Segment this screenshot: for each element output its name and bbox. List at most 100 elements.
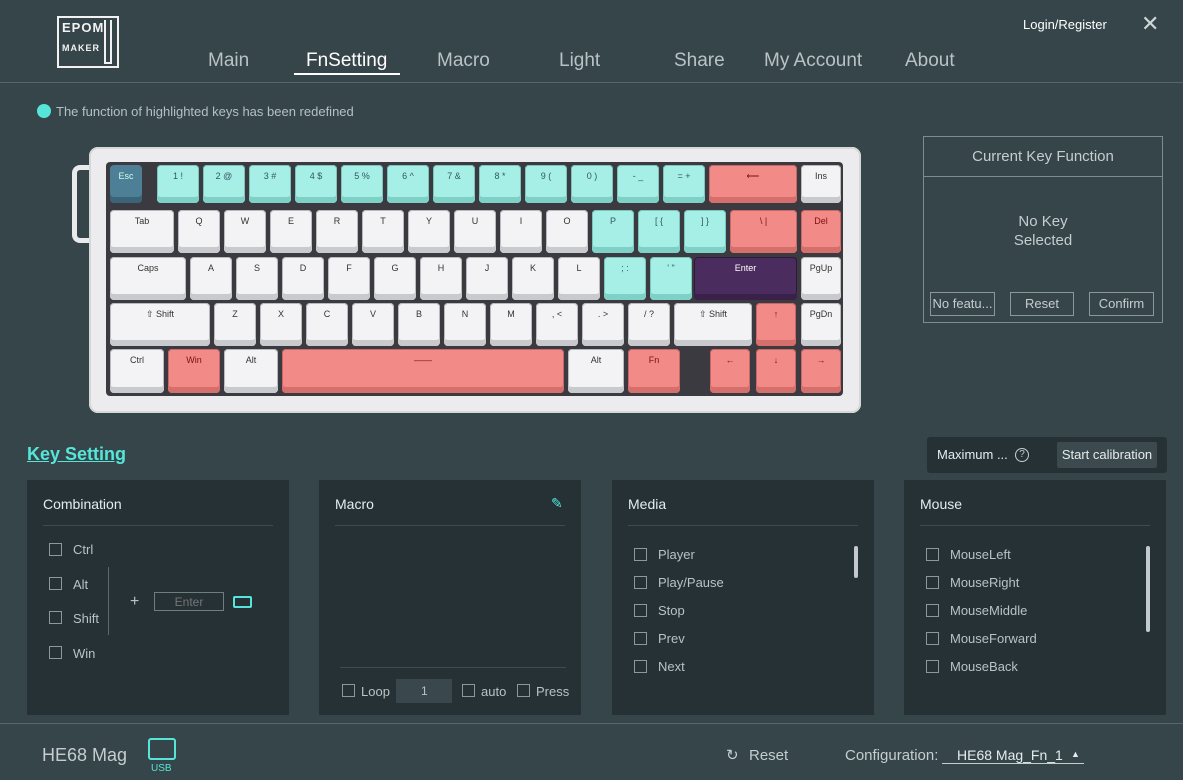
key-2[interactable]: 2 @: [203, 165, 245, 203]
key-p[interactable]: P: [592, 210, 634, 253]
key-fn[interactable]: Fn: [628, 349, 680, 393]
key-m[interactable]: M: [490, 303, 532, 346]
nav-about[interactable]: About: [905, 50, 955, 72]
key-j[interactable]: J: [466, 257, 508, 300]
key-s[interactable]: S: [236, 257, 278, 300]
key-pgdn[interactable]: PgDn: [801, 303, 841, 346]
mouse-checkbox-right[interactable]: [926, 576, 939, 589]
key-f[interactable]: F: [328, 257, 370, 300]
help-icon[interactable]: ?: [1015, 448, 1029, 462]
key-arrow-right[interactable]: →: [801, 349, 841, 393]
key-minus[interactable]: - _: [617, 165, 659, 203]
key-c[interactable]: C: [306, 303, 348, 346]
key-right-shift[interactable]: ⇧ Shift: [674, 303, 752, 346]
key-k[interactable]: K: [512, 257, 554, 300]
media-checkbox-stop[interactable]: [634, 604, 647, 617]
close-icon[interactable]: ✕: [1141, 13, 1159, 35]
key-x[interactable]: X: [260, 303, 302, 346]
key-y[interactable]: Y: [408, 210, 450, 253]
reset-all-button[interactable]: Reset: [749, 747, 788, 764]
refresh-icon[interactable]: ↻: [726, 746, 739, 764]
nav-light[interactable]: Light: [559, 50, 600, 72]
auto-checkbox[interactable]: [462, 684, 475, 697]
key-arrow-down[interactable]: ↓: [756, 349, 796, 393]
press-checkbox[interactable]: [517, 684, 530, 697]
key-o[interactable]: O: [546, 210, 588, 253]
key-n[interactable]: N: [444, 303, 486, 346]
key-8[interactable]: 8 *: [479, 165, 521, 203]
key-l[interactable]: L: [558, 257, 600, 300]
media-checkbox-prev[interactable]: [634, 632, 647, 645]
nav-share[interactable]: Share: [674, 50, 725, 72]
key-0[interactable]: 0 ): [571, 165, 613, 203]
key-9[interactable]: 9 (: [525, 165, 567, 203]
configuration-select[interactable]: HE68 Mag_Fn_1: [942, 747, 1084, 764]
key-6[interactable]: 6 ^: [387, 165, 429, 203]
key-left-bracket[interactable]: [ {: [638, 210, 680, 253]
key-right-alt[interactable]: Alt: [568, 349, 624, 393]
key-slash[interactable]: / ?: [628, 303, 670, 346]
key-caps[interactable]: Caps: [110, 257, 186, 300]
key-comma[interactable]: , <: [536, 303, 578, 346]
key-right-bracket[interactable]: ] }: [684, 210, 726, 253]
key-backslash[interactable]: \ |: [730, 210, 797, 253]
no-feature-button[interactable]: No featu...: [930, 292, 995, 316]
combination-key-input[interactable]: [154, 592, 224, 611]
media-checkbox-player[interactable]: [634, 548, 647, 561]
alt-checkbox[interactable]: [49, 577, 62, 590]
key-7[interactable]: 7 &: [433, 165, 475, 203]
key-1[interactable]: 1 !: [157, 165, 199, 203]
key-esc[interactable]: Esc: [110, 165, 142, 203]
media-scrollbar[interactable]: [854, 546, 858, 578]
key-arrow-up[interactable]: ↑: [756, 303, 796, 346]
key-4[interactable]: 4 $: [295, 165, 337, 203]
nav-fnsetting[interactable]: FnSetting: [306, 50, 387, 72]
mouse-checkbox-left[interactable]: [926, 548, 939, 561]
ctrl-checkbox[interactable]: [49, 543, 62, 556]
reset-key-button[interactable]: Reset: [1010, 292, 1074, 316]
nav-my-account[interactable]: My Account: [764, 50, 862, 72]
login-register-link[interactable]: Login/Register: [1023, 17, 1107, 32]
key-u[interactable]: U: [454, 210, 496, 253]
loop-count-stepper[interactable]: 1: [396, 679, 452, 703]
mouse-checkbox-forward[interactable]: [926, 632, 939, 645]
key-g[interactable]: G: [374, 257, 416, 300]
edit-pencil-icon[interactable]: ✎: [551, 496, 565, 510]
key-d[interactable]: D: [282, 257, 324, 300]
key-enter[interactable]: Enter: [694, 257, 797, 300]
key-3[interactable]: 3 #: [249, 165, 291, 203]
key-ins[interactable]: Ins: [801, 165, 841, 203]
shift-checkbox[interactable]: [49, 611, 62, 624]
key-5[interactable]: 5 %: [341, 165, 383, 203]
key-del[interactable]: Del: [801, 210, 841, 253]
key-a[interactable]: A: [190, 257, 232, 300]
key-h[interactable]: H: [420, 257, 462, 300]
chevron-up-icon[interactable]: ▲: [1071, 749, 1080, 759]
key-r[interactable]: R: [316, 210, 358, 253]
key-space[interactable]: ——: [282, 349, 564, 393]
key-semicolon[interactable]: ; :: [604, 257, 646, 300]
nav-main[interactable]: Main: [208, 50, 249, 72]
media-checkbox-playpause[interactable]: [634, 576, 647, 589]
key-win[interactable]: Win: [168, 349, 220, 393]
confirm-button[interactable]: Confirm: [1089, 292, 1154, 316]
key-z[interactable]: Z: [214, 303, 256, 346]
key-tab[interactable]: Tab: [110, 210, 174, 253]
key-pgup[interactable]: PgUp: [801, 257, 841, 300]
win-checkbox[interactable]: [49, 646, 62, 659]
key-e[interactable]: E: [270, 210, 312, 253]
key-arrow-left[interactable]: ←: [710, 349, 750, 393]
key-quote[interactable]: ' ": [650, 257, 692, 300]
key-left-ctrl[interactable]: Ctrl: [110, 349, 164, 393]
start-calibration-button[interactable]: Start calibration: [1057, 442, 1157, 468]
key-i[interactable]: I: [500, 210, 542, 253]
keyboard-icon[interactable]: [233, 596, 252, 608]
key-t[interactable]: T: [362, 210, 404, 253]
loop-checkbox[interactable]: [342, 684, 355, 697]
mouse-scrollbar[interactable]: [1146, 546, 1150, 632]
key-left-shift[interactable]: ⇧ Shift: [110, 303, 210, 346]
key-setting-title[interactable]: Key Setting: [27, 444, 126, 465]
maximum-dropdown[interactable]: Maximum ...: [937, 447, 1008, 462]
key-backspace[interactable]: ⟵: [709, 165, 797, 203]
key-period[interactable]: . >: [582, 303, 624, 346]
